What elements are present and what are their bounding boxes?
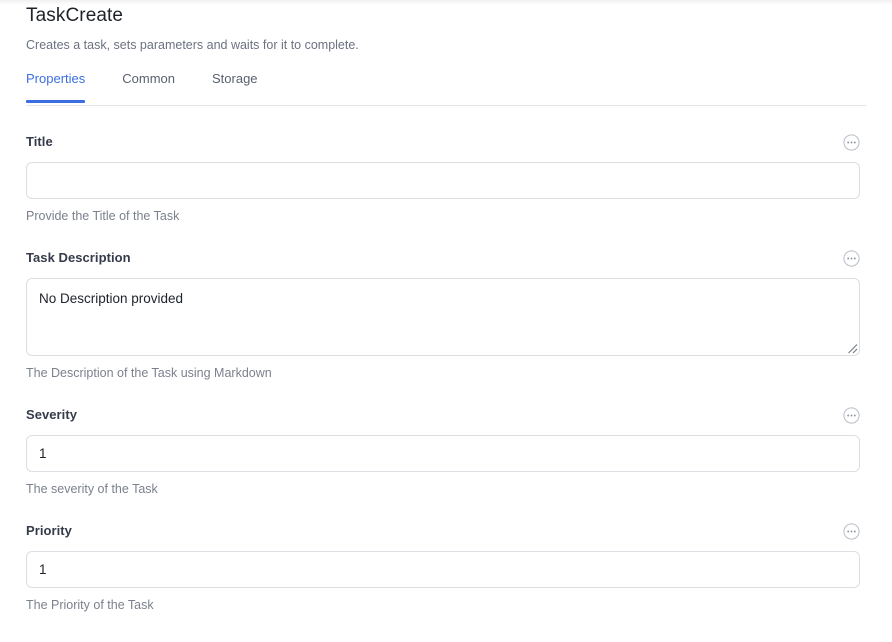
field-title-control: [26, 162, 866, 199]
ellipsis-circle-icon[interactable]: [843, 133, 860, 151]
field-priority-header: Priority: [26, 522, 860, 540]
ellipsis-circle-icon[interactable]: [843, 406, 860, 424]
page-title: TaskCreate: [26, 5, 124, 26]
title-input[interactable]: [26, 162, 860, 199]
field-severity-label: Severity: [26, 407, 77, 422]
field-title-header: Title: [26, 133, 860, 151]
field-task-description-header: Task Description: [26, 249, 860, 267]
field-severity-control: [26, 435, 866, 472]
tab-common[interactable]: Common: [122, 70, 175, 102]
field-task-description-control: [26, 278, 866, 356]
panel-content: TaskCreate Creates a task, sets paramete…: [0, 0, 892, 613]
priority-input[interactable]: [26, 551, 860, 588]
tab-storage[interactable]: Storage: [212, 70, 258, 102]
field-task-description-help: The Description of the Task using Markdo…: [26, 366, 272, 380]
textarea-wrapper: [26, 278, 860, 356]
field-severity-header: Severity: [26, 406, 860, 424]
field-title-label: Title: [26, 134, 53, 149]
field-title: Title Provide the Title of the Task: [26, 106, 866, 224]
task-create-panel: TaskCreate Creates a task, sets paramete…: [0, 0, 892, 642]
field-title-help: Provide the Title of the Task: [26, 209, 180, 223]
field-task-description: Task Description The Description o: [26, 224, 866, 381]
ellipsis-circle-icon[interactable]: [843, 522, 860, 540]
field-priority-control: [26, 551, 866, 588]
page-subtitle: Creates a task, sets parameters and wait…: [26, 38, 359, 52]
task-description-textarea[interactable]: [26, 278, 860, 356]
field-task-description-label: Task Description: [26, 250, 131, 265]
tab-bar: Properties Common Storage: [26, 70, 866, 106]
field-priority-label: Priority: [26, 523, 72, 538]
field-severity-help: The severity of the Task: [26, 482, 158, 496]
field-priority-help: The Priority of the Task: [26, 598, 154, 612]
tab-properties[interactable]: Properties: [26, 70, 86, 103]
field-severity: Severity The severity of the Task: [26, 381, 866, 497]
severity-input[interactable]: [26, 435, 860, 472]
ellipsis-circle-icon[interactable]: [843, 249, 860, 267]
field-priority: Priority The Priority of the Task: [26, 497, 866, 613]
